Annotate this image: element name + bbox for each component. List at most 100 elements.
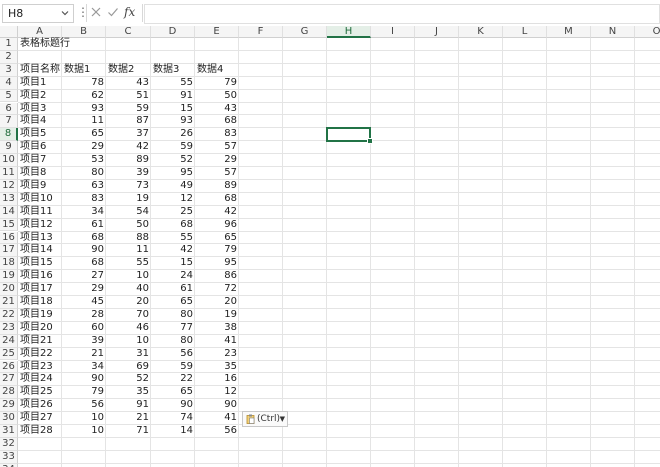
data-cell[interactable]: 29 (62, 141, 106, 154)
row-header-8[interactable]: 8 (0, 128, 18, 142)
row-header-19[interactable]: 19 (0, 270, 18, 284)
data-cell[interactable]: 20 (195, 296, 239, 309)
data-cell[interactable]: 69 (106, 361, 151, 374)
item-name-cell[interactable]: 项目28 (18, 425, 62, 438)
data-cell[interactable]: 89 (106, 154, 151, 167)
item-name-cell[interactable]: 项目8 (18, 167, 62, 180)
row-header-21[interactable]: 21 (0, 296, 18, 309)
header-cell[interactable]: 项目名称 (18, 64, 62, 77)
data-cell[interactable]: 16 (195, 373, 239, 386)
data-cell[interactable]: 15 (151, 103, 195, 116)
item-name-cell[interactable]: 项目16 (18, 270, 62, 283)
column-header-a[interactable]: A (18, 26, 62, 38)
row-header-33[interactable]: 33 (0, 450, 18, 464)
data-cell[interactable]: 72 (195, 283, 239, 296)
row-header-1[interactable]: 1 (0, 38, 18, 51)
row-header-5[interactable]: 5 (0, 89, 18, 103)
item-name-cell[interactable]: 项目5 (18, 128, 62, 141)
data-cell[interactable]: 62 (62, 90, 106, 103)
data-cell[interactable]: 93 (62, 103, 106, 116)
row-header-16[interactable]: 16 (0, 231, 18, 245)
data-cell[interactable]: 61 (62, 219, 106, 232)
data-cell[interactable]: 65 (151, 386, 195, 399)
data-cell[interactable]: 80 (151, 309, 195, 322)
data-cell[interactable]: 41 (195, 412, 239, 425)
data-cell[interactable]: 56 (151, 348, 195, 361)
data-cell[interactable]: 26 (151, 128, 195, 141)
data-cell[interactable]: 68 (62, 257, 106, 270)
more-options-icon[interactable]: ⋮ (77, 5, 89, 19)
row-header-10[interactable]: 10 (0, 154, 18, 167)
item-name-cell[interactable]: 项目25 (18, 386, 62, 399)
data-cell[interactable]: 68 (62, 232, 106, 245)
data-cell[interactable]: 27 (62, 270, 106, 283)
data-cell[interactable]: 60 (62, 322, 106, 335)
row-header-3[interactable]: 3 (0, 63, 18, 77)
row-header-22[interactable]: 22 (0, 308, 18, 322)
data-cell[interactable]: 43 (195, 103, 239, 116)
data-cell[interactable]: 78 (62, 77, 106, 90)
item-name-cell[interactable]: 项目22 (18, 348, 62, 361)
data-cell[interactable]: 57 (195, 167, 239, 180)
item-name-cell[interactable]: 项目26 (18, 399, 62, 412)
data-cell[interactable]: 14 (151, 425, 195, 438)
item-name-cell[interactable]: 项目23 (18, 361, 62, 374)
data-cell[interactable]: 41 (195, 335, 239, 348)
data-cell[interactable]: 34 (62, 206, 106, 219)
data-cell[interactable]: 51 (106, 90, 151, 103)
data-cell[interactable]: 12 (195, 386, 239, 399)
data-cell[interactable]: 10 (62, 412, 106, 425)
column-header-h[interactable]: H (327, 26, 371, 38)
column-header-n[interactable]: N (591, 26, 635, 38)
item-name-cell[interactable]: 项目12 (18, 219, 62, 232)
data-cell[interactable]: 35 (195, 361, 239, 374)
column-header-e[interactable]: E (195, 26, 239, 38)
data-cell[interactable]: 55 (151, 232, 195, 245)
data-cell[interactable]: 52 (151, 154, 195, 167)
data-cell[interactable]: 68 (195, 193, 239, 206)
data-cell[interactable]: 59 (151, 141, 195, 154)
column-header-d[interactable]: D (151, 26, 195, 38)
column-header-k[interactable]: K (459, 26, 503, 38)
sheet-title-cell[interactable]: 表格标题行 (18, 38, 70, 51)
item-name-cell[interactable]: 项目6 (18, 141, 62, 154)
data-cell[interactable]: 63 (62, 180, 106, 193)
data-cell[interactable]: 52 (106, 373, 151, 386)
row-header-31[interactable]: 31 (0, 425, 18, 438)
formula-input[interactable] (144, 4, 660, 24)
column-header-l[interactable]: L (503, 26, 547, 38)
row-header-30[interactable]: 30 (0, 412, 18, 425)
row-header-15[interactable]: 15 (0, 218, 18, 232)
item-name-cell[interactable]: 项目19 (18, 309, 62, 322)
data-cell[interactable]: 23 (195, 348, 239, 361)
item-name-cell[interactable]: 项目7 (18, 154, 62, 167)
data-cell[interactable]: 21 (62, 348, 106, 361)
data-cell[interactable]: 49 (151, 180, 195, 193)
row-header-25[interactable]: 25 (0, 347, 18, 361)
data-cell[interactable]: 95 (195, 257, 239, 270)
data-cell[interactable]: 91 (151, 90, 195, 103)
column-header-b[interactable]: B (62, 26, 106, 38)
data-cell[interactable]: 21 (106, 412, 151, 425)
data-cell[interactable]: 38 (195, 322, 239, 335)
data-cell[interactable]: 83 (195, 128, 239, 141)
data-cell[interactable]: 19 (195, 309, 239, 322)
row-header-6[interactable]: 6 (0, 102, 18, 116)
data-cell[interactable]: 77 (151, 322, 195, 335)
item-name-cell[interactable]: 项目20 (18, 322, 62, 335)
data-cell[interactable]: 19 (106, 193, 151, 206)
item-name-cell[interactable]: 项目3 (18, 103, 62, 116)
data-cell[interactable]: 65 (62, 128, 106, 141)
data-cell[interactable]: 79 (195, 244, 239, 257)
data-cell[interactable]: 24 (151, 270, 195, 283)
data-cell[interactable]: 68 (151, 219, 195, 232)
data-cell[interactable]: 11 (106, 244, 151, 257)
data-cell[interactable]: 74 (151, 412, 195, 425)
data-cell[interactable]: 45 (62, 296, 106, 309)
data-cell[interactable]: 28 (62, 309, 106, 322)
header-cell[interactable]: 数据3 (151, 64, 195, 77)
data-cell[interactable]: 79 (195, 77, 239, 90)
data-cell[interactable]: 11 (62, 115, 106, 128)
data-cell[interactable]: 55 (151, 77, 195, 90)
header-cell[interactable]: 数据4 (195, 64, 239, 77)
